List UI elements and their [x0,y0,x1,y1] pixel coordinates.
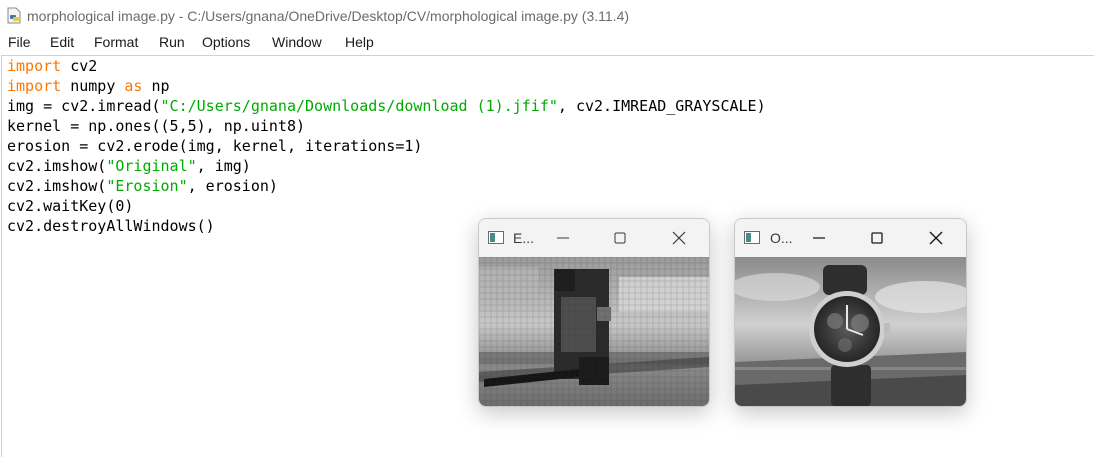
menu-options[interactable]: Options [202,34,250,50]
title-bar: morphological image.py - C:/Users/gnana/… [0,0,1095,31]
menu-bar: File Edit Format Run Options Window Help [0,31,1095,54]
maximize-icon[interactable] [610,228,630,248]
minimize-icon[interactable] [553,228,573,248]
original-window[interactable]: O... [734,218,967,407]
menu-format[interactable]: Format [94,34,138,50]
code-line: cv2.waitKey(0) [7,197,134,215]
opencv-window-icon [488,231,504,244]
code-line: kernel = np.ones((5,5), np.uint8) [7,117,306,135]
close-icon[interactable] [669,228,689,248]
code-line: cv2.imshow("Original", img) [7,157,251,175]
code-line: cv2.imshow("Erosion", erosion) [7,177,278,195]
original-window-title: O... [770,230,793,246]
menu-edit[interactable]: Edit [50,34,74,50]
menu-help[interactable]: Help [345,34,374,50]
close-icon[interactable] [926,228,946,248]
code-line: erosion = cv2.erode(img, kernel, iterati… [7,137,423,155]
menu-run[interactable]: Run [159,34,185,50]
erosion-window[interactable]: E... [478,218,710,407]
eroded-watch-image [479,257,709,406]
menu-file[interactable]: File [8,34,31,50]
menu-window[interactable]: Window [272,34,322,50]
code-line: import numpy as np [7,77,170,95]
maximize-icon[interactable] [867,228,887,248]
window-title: morphological image.py - C:/Users/gnana/… [27,8,630,24]
opencv-window-icon [744,231,760,244]
erosion-window-titlebar[interactable]: E... [479,219,709,257]
python-file-icon [7,7,21,24]
code-line: img = cv2.imread("C:/Users/gnana/Downloa… [7,97,766,115]
code-line: import cv2 [7,57,98,75]
code-line: cv2.destroyAllWindows() [7,217,215,235]
original-window-titlebar[interactable]: O... [735,219,966,257]
minimize-icon[interactable] [809,228,829,248]
original-watch-image [735,257,966,406]
erosion-window-title: E... [513,230,535,246]
